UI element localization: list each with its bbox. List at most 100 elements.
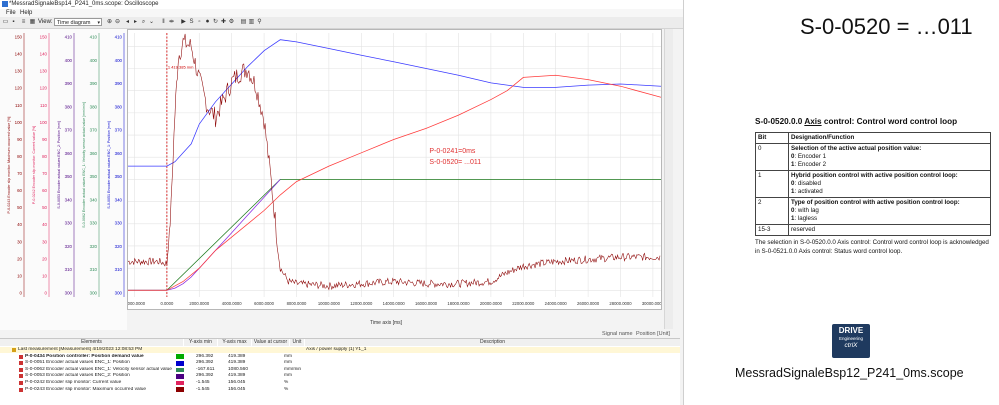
y-tick-label: 150 [40,35,48,40]
y-tick-label: 340 [115,197,123,202]
save-icon[interactable]: ▪ [10,18,17,26]
y-tick-label: 130 [40,69,48,74]
step-icon[interactable]: S [188,18,195,26]
table-row[interactable]: S-0-0053 Encoder actual values ENC_2: Po… [0,373,680,379]
y-tick-label: 400 [90,58,98,63]
x-tick-label: 26000.0000 [577,301,600,306]
bit-row: 1 Hybrid position control with active pos… [755,170,991,198]
cell-ymin: 296.392 [196,353,214,359]
view-icon[interactable]: ▦ [29,18,36,26]
table-row[interactable]: S-0-0051 Encoder actual values ENC_1: Po… [0,360,680,366]
y-tick-label: 380 [90,104,98,109]
signal-icon [19,381,23,385]
y-tick-label: 60 [42,188,47,193]
y-tick-label: 130 [15,69,23,74]
y-tick-label: 350 [65,174,73,179]
col-description[interactable]: Description [305,339,680,346]
series-line-2 [128,179,281,291]
col-unit[interactable]: Unit [290,339,304,346]
cell-unit: mm [284,353,292,359]
color-swatch[interactable] [176,360,184,366]
zoom-box-icon[interactable]: ⌕ [140,18,147,26]
y-axis-label: P-0-0242 Encoder slip monitor: Current v… [32,126,36,204]
filter-icon[interactable]: ⚲ [256,18,263,26]
grid-icon[interactable]: ▤ [240,18,247,26]
cell-ymax: 1080.560 [228,366,249,372]
bit-title: Type of position control with active pos… [791,199,960,206]
table-row[interactable]: P-0-0242 Encoder slip monitor: Current v… [0,380,680,386]
y-tick-label: 300 [90,291,98,296]
zoom-in-icon[interactable]: ⊕ [106,18,113,26]
oscilloscope-window: *MessradSignaleBsp14_P241_0ms.scope: Osc… [0,0,684,405]
play-icon[interactable]: ▶ [180,18,187,26]
y-tick-label: 300 [115,291,123,296]
x-tick-label: 0.0000 [160,301,173,306]
y-tick-label: 330 [115,221,123,226]
x-tick-label: 18000.0000 [447,301,470,306]
x-tick-label: 6000.0000 [254,301,274,306]
y-axis-label: S-0-0053 Encoder actual values ENC_2: Po… [57,121,61,209]
table-icon[interactable]: ▥ [248,18,255,26]
arrow-right-icon[interactable]: ▸ [132,18,139,26]
zoom-out-icon[interactable]: ⊖ [114,18,121,26]
y-tick-label: 410 [90,35,98,40]
y-tick-label: 80 [17,154,22,159]
col-cursor[interactable]: Value at cursor [252,339,289,346]
doc-title-rest: control: Control word control loop [821,117,958,126]
color-swatch[interactable] [176,367,184,373]
color-swatch[interactable] [176,380,184,386]
series-line-1 [128,39,662,167]
series-line-3 [128,74,662,291]
table-row[interactable]: S-0-0062 Encoder actual values ENC_1: Ve… [0,367,680,373]
plot-area[interactable]: -2000.0000 0.0000 2000.0000 4000.0000 6000.0… [124,29,665,310]
y-tick-label: 390 [115,81,123,86]
bit-option: 0: disabled [791,180,988,188]
cell-unit: % [284,380,289,385]
table-row[interactable]: P-0-0434 Position controller: Position d… [0,354,680,360]
table-row[interactable]: Last measurement [Measurement] 4/19/2023… [0,347,680,354]
col-ymax[interactable]: Y-axis max [218,339,251,346]
x-tick-label: 2000.0000 [189,301,209,306]
color-swatch[interactable] [176,374,184,379]
record-icon[interactable]: ⏺ [204,18,211,26]
col-ymin[interactable]: Y-axis min [184,339,217,346]
stop-icon[interactable]: ▫ [196,18,203,26]
refresh-icon[interactable]: ↻ [212,18,219,26]
open-icon[interactable]: ▭ [2,18,9,26]
y-tick-label: 30 [42,239,47,244]
bit-option-value: : disabled [794,180,821,187]
bit-title: Selection of the active actual position … [791,145,922,152]
x-tick-label: 30000.0000 [642,301,661,306]
folder-icon [12,348,16,352]
signal-table: Elements Y-axis min Y-axis max Value at … [0,338,680,405]
bit-number: 0 [755,143,789,171]
bit-function: Type of position control with active pos… [788,197,991,225]
bit-option-value: : lagless [794,215,818,222]
bit-title: Hybrid position control with active posi… [791,172,958,179]
menu-help[interactable]: Help [20,9,32,17]
y-tick-label: 340 [65,197,73,202]
color-swatch[interactable] [176,387,184,392]
cell-ymin: 296.392 [196,373,214,379]
fit-icon[interactable]: ⇹ [168,18,175,26]
y-axes: 0102030405060708090100110120130140150P-0… [7,33,125,297]
pause-icon[interactable]: ‖ [160,18,167,26]
zoom-menu-icon[interactable]: ⌄ [148,18,155,26]
table-row[interactable]: P-0-0243 Encoder slip monitor: Maximum o… [0,387,680,393]
gear-icon[interactable]: ⚙ [228,18,235,26]
signal-icon [19,387,23,392]
col-elements[interactable]: Elements [0,339,183,346]
arrow-left-icon[interactable]: ◂ [124,18,131,26]
color-swatch[interactable] [176,354,184,359]
cursor-icon[interactable]: ✚ [220,18,227,26]
y-tick-label: 40 [17,222,22,227]
settings-icon[interactable]: ≡ [20,18,27,26]
signal-name-label: Signal name [602,331,633,337]
bit-option: 0: with lag [791,207,988,215]
vertical-scrollbar[interactable] [664,29,673,329]
view-select[interactable]: Time diagram ▾ [54,18,102,26]
y-tick-label: 90 [17,137,22,142]
menu-file[interactable]: File [6,9,16,17]
y-tick-label: 40 [42,222,47,227]
cell-ymax: 419.389 [228,353,246,359]
